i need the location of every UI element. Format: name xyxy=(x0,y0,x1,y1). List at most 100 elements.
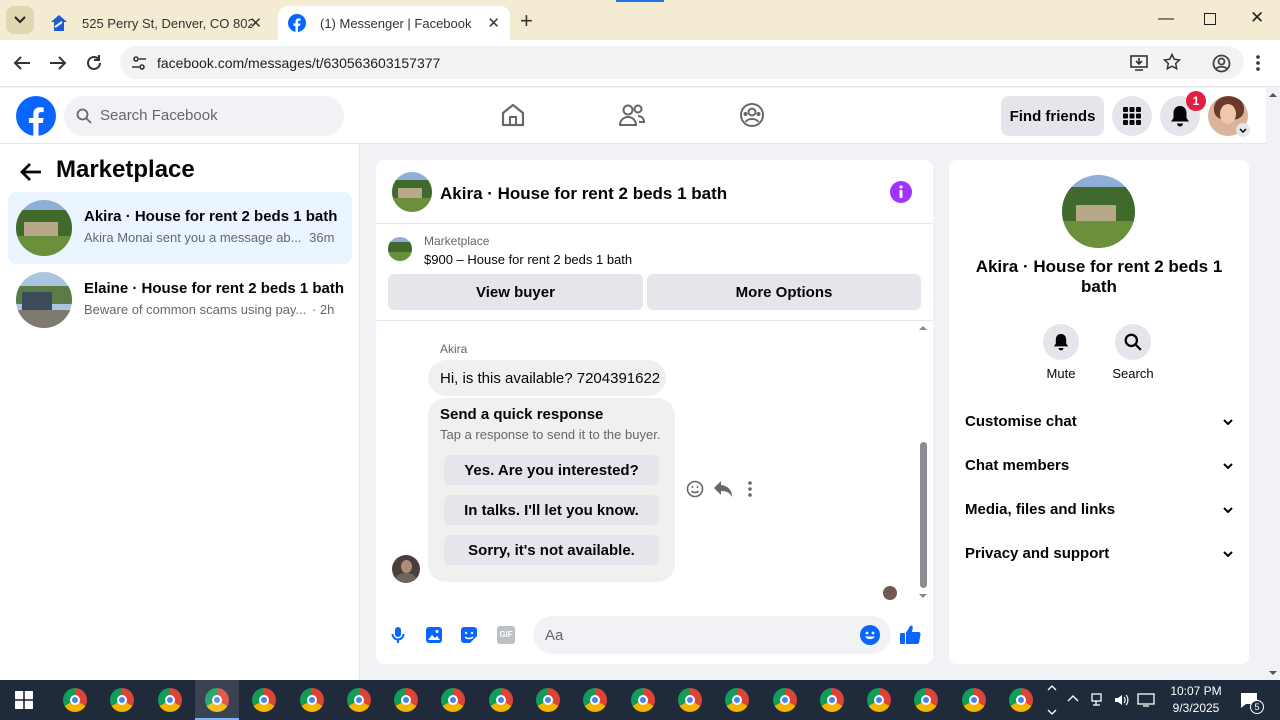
tab-messenger[interactable]: (1) Messenger | Facebook ✕ xyxy=(278,6,510,40)
show-hidden-icons-icon[interactable] xyxy=(1067,695,1079,702)
display-icon[interactable] xyxy=(1137,693,1155,707)
menu-button[interactable] xyxy=(1112,96,1152,136)
back-arrow-icon[interactable] xyxy=(13,55,31,71)
search-icon xyxy=(76,108,92,124)
chrome-taskbar-icon[interactable] xyxy=(394,688,419,712)
sticker-icon[interactable] xyxy=(460,626,478,644)
chat-title[interactable]: Akira · House for rent 2 beds 1 bath xyxy=(440,184,727,204)
conversation-item[interactable]: Elaine · House for rent 2 beds 1 bath Be… xyxy=(8,264,352,336)
chrome-taskbar-icon[interactable] xyxy=(725,688,750,712)
taskbar-scroll-down-icon[interactable] xyxy=(1047,709,1057,715)
forward-arrow-icon[interactable] xyxy=(49,55,67,71)
network-icon[interactable] xyxy=(1090,692,1106,708)
preview-time: 36m xyxy=(309,230,335,245)
find-friends-button[interactable]: Find friends xyxy=(1001,96,1104,136)
reply-icon[interactable] xyxy=(713,480,733,498)
chat-header-thumbnail[interactable] xyxy=(392,172,432,212)
search-in-chat-button[interactable] xyxy=(1115,324,1151,360)
more-options-button[interactable]: More Options xyxy=(647,274,921,310)
chrome-taskbar-icon[interactable] xyxy=(630,688,655,712)
message-bubble[interactable]: Hi, is this available? 7204391622 xyxy=(428,360,666,396)
bookmark-star-icon[interactable] xyxy=(1163,53,1181,71)
quick-response-option[interactable]: In talks. I'll let you know. xyxy=(444,495,659,525)
chrome-center xyxy=(448,695,459,705)
facebook-logo-icon[interactable] xyxy=(16,96,56,136)
minimize-button[interactable]: — xyxy=(1158,10,1174,28)
clock-date[interactable]: 9/3/2025 xyxy=(1160,701,1232,715)
restore-button[interactable] xyxy=(1204,13,1216,25)
close-icon[interactable]: ✕ xyxy=(487,14,500,32)
react-emoji-icon[interactable] xyxy=(686,480,704,498)
volume-icon[interactable] xyxy=(1113,692,1129,708)
section-customise-chat[interactable]: Customise chat xyxy=(965,413,1233,430)
chrome-taskbar-icon[interactable] xyxy=(914,688,939,712)
scrollbar-thumb[interactable] xyxy=(920,442,927,588)
close-icon[interactable]: ✕ xyxy=(249,14,262,32)
section-privacy-support[interactable]: Privacy and support xyxy=(965,545,1233,562)
chrome-center xyxy=(164,695,175,705)
chrome-taskbar-icon[interactable] xyxy=(583,688,608,712)
kebab-menu-icon[interactable] xyxy=(1255,54,1261,72)
chrome-taskbar-icon[interactable] xyxy=(488,688,513,712)
search-facebook-input[interactable]: Search Facebook xyxy=(64,96,344,136)
listing-text[interactable]: $900 – House for rent 2 beds 1 bath xyxy=(424,252,632,267)
chrome-taskbar-icon[interactable] xyxy=(867,688,892,712)
site-info-icon[interactable] xyxy=(131,55,147,71)
windows-start-icon[interactable] xyxy=(15,691,33,709)
home-icon[interactable] xyxy=(500,102,526,128)
chrome-taskbar-icon[interactable] xyxy=(110,688,135,712)
chrome-taskbar-icon[interactable] xyxy=(1009,688,1033,712)
chrome-taskbar-icon[interactable] xyxy=(677,688,702,712)
tab-zillow[interactable]: 525 Perry St, Denver, CO 80204 ✕ xyxy=(40,6,272,40)
clock-time[interactable]: 10:07 PM xyxy=(1160,684,1232,698)
taskbar-scroll-up-icon[interactable] xyxy=(1047,685,1057,691)
page-scroll-down-icon[interactable] xyxy=(1268,670,1278,676)
quick-response-option[interactable]: Sorry, it's not available. xyxy=(444,535,659,565)
install-app-icon[interactable] xyxy=(1130,54,1148,71)
back-arrow-icon[interactable] xyxy=(20,162,42,182)
chrome-center xyxy=(117,695,128,705)
more-actions-icon[interactable] xyxy=(748,481,752,497)
info-icon[interactable] xyxy=(890,181,912,203)
quick-response-title: Send a quick response xyxy=(440,406,604,423)
section-media-files-links[interactable]: Media, files and links xyxy=(965,501,1233,518)
chrome-taskbar-icon[interactable] xyxy=(252,688,277,712)
microphone-icon[interactable] xyxy=(391,626,405,644)
chevron-down-icon xyxy=(1223,463,1233,469)
chrome-taskbar-icon[interactable] xyxy=(157,688,182,712)
chrome-taskbar-icon[interactable] xyxy=(63,688,87,712)
view-buyer-button[interactable]: View buyer xyxy=(388,274,643,310)
photo-icon[interactable] xyxy=(425,626,443,644)
account-chevron[interactable] xyxy=(1236,123,1250,137)
scroll-down-icon[interactable] xyxy=(918,593,928,599)
emoji-icon[interactable] xyxy=(860,625,880,645)
address-bar[interactable]: facebook.com/messages/t/630563603157377 xyxy=(120,46,1244,79)
chrome-taskbar-icon[interactable] xyxy=(299,688,324,712)
scroll-up-icon[interactable] xyxy=(918,325,928,331)
section-chat-members[interactable]: Chat members xyxy=(965,457,1233,474)
conversation-item[interactable]: Akira · House for rent 2 beds 1 bath Aki… xyxy=(8,192,352,264)
listing-thumbnail xyxy=(388,237,412,261)
friends-icon[interactable] xyxy=(619,103,645,127)
close-window-button[interactable]: ✕ xyxy=(1250,8,1264,28)
mute-button[interactable] xyxy=(1043,324,1079,360)
message-input[interactable]: Aa xyxy=(533,616,891,654)
quick-response-option[interactable]: Yes. Are you interested? xyxy=(444,455,659,485)
reload-icon[interactable] xyxy=(85,54,103,72)
windows-taskbar: 10:07 PM 9/3/2025 5 xyxy=(0,680,1280,720)
chrome-taskbar-icon[interactable] xyxy=(441,688,466,712)
chrome-taskbar-icon[interactable] xyxy=(536,688,560,712)
thumbs-up-icon[interactable] xyxy=(899,624,921,645)
chrome-center xyxy=(779,695,790,705)
chrome-taskbar-icon[interactable] xyxy=(772,688,797,712)
page-scroll-up-icon[interactable] xyxy=(1268,92,1278,98)
tab-search-button[interactable] xyxy=(6,6,34,34)
new-tab-button[interactable]: + xyxy=(520,8,533,34)
profile-icon[interactable] xyxy=(1212,54,1231,73)
notification-badge: 1 xyxy=(1186,91,1206,111)
gif-icon[interactable]: GIF xyxy=(497,626,515,644)
chrome-taskbar-icon[interactable] xyxy=(819,688,844,712)
groups-icon[interactable] xyxy=(739,102,765,128)
chrome-taskbar-icon[interactable] xyxy=(346,688,371,712)
chrome-taskbar-icon[interactable] xyxy=(961,688,986,712)
